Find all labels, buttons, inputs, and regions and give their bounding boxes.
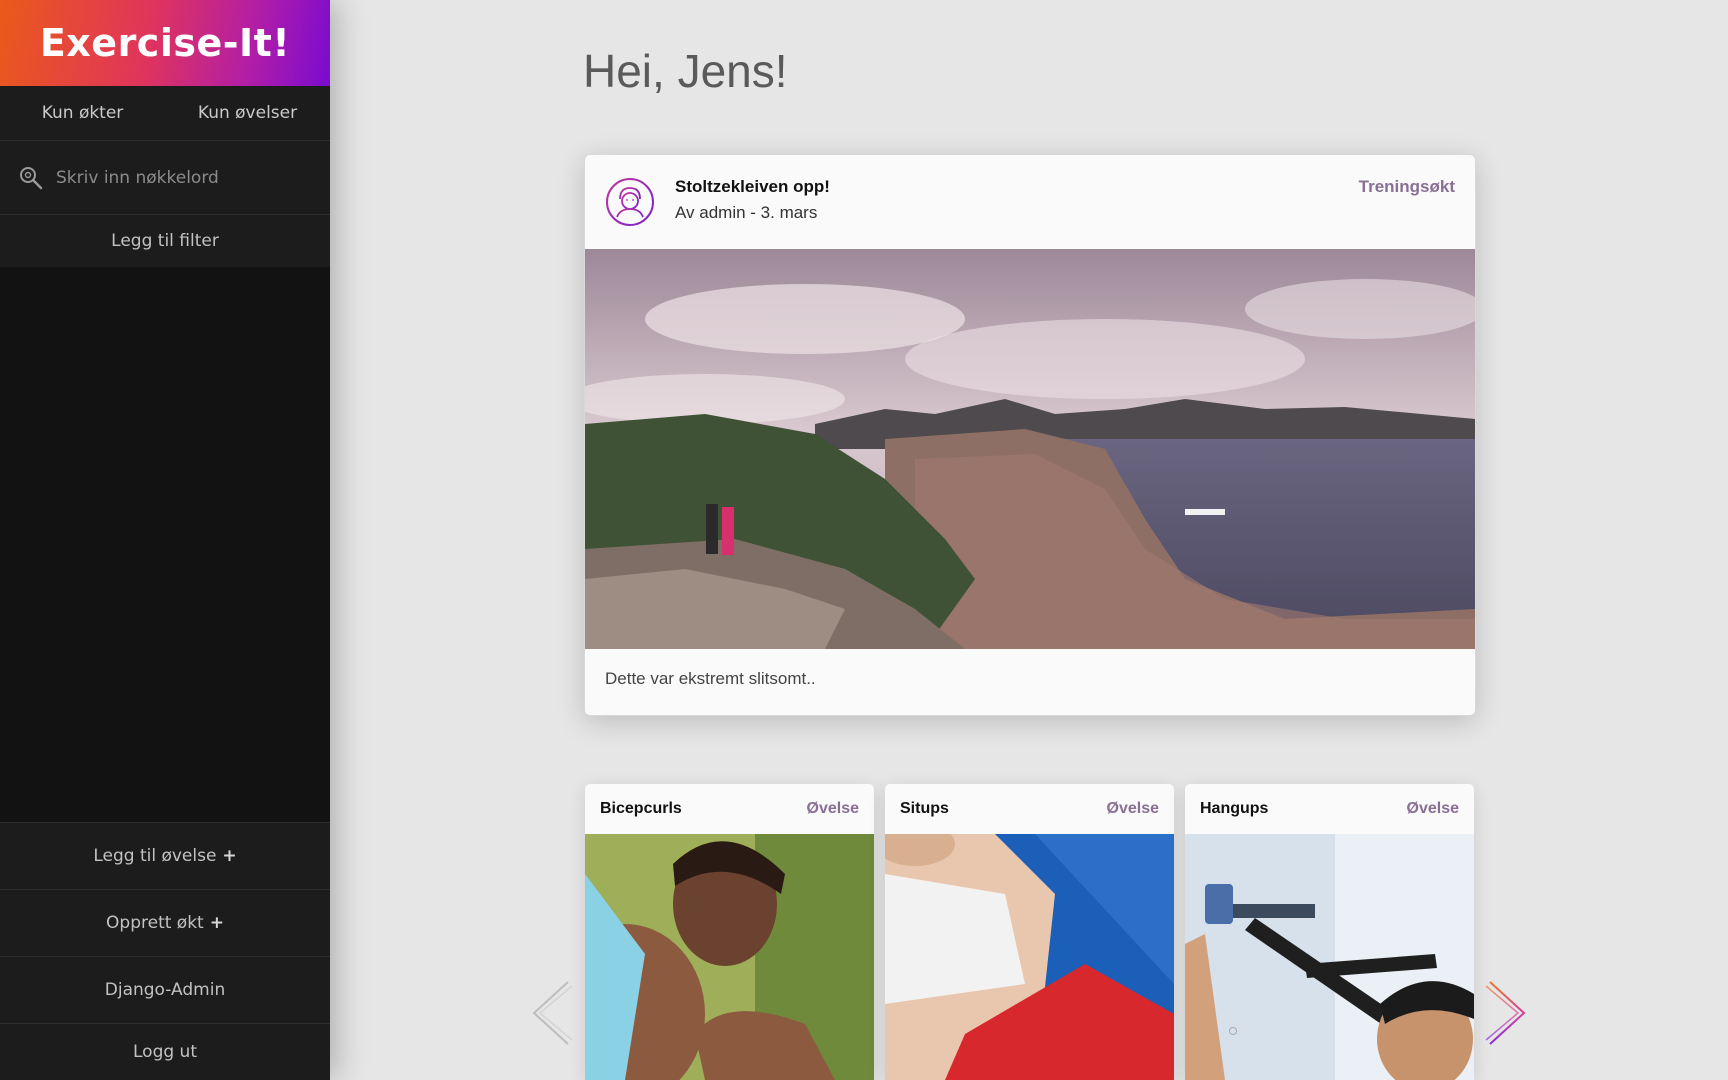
- session-post-card[interactable]: Stoltzekleiven opp! Av admin - 3. mars T…: [584, 154, 1476, 716]
- sidebar: Exercise-It! Kun økter Kun øvelser Legg …: [0, 0, 330, 1080]
- exercise-name: Bicepcurls: [600, 800, 682, 817]
- post-header: Stoltzekleiven opp! Av admin - 3. mars T…: [585, 155, 1475, 249]
- add-filter-button[interactable]: Legg til filter: [0, 215, 330, 267]
- exercise-card-header: Hangups Øvelse: [1185, 784, 1474, 834]
- plus-icon: +: [209, 913, 224, 933]
- exercise-card[interactable]: Situps Øvelse: [885, 784, 1174, 1080]
- post-body: Dette var ekstremt slitsomt..: [605, 669, 816, 688]
- brand-name: Exercise-It!: [39, 21, 291, 65]
- chevron-right-icon[interactable]: [1484, 978, 1530, 1048]
- search-icon: [20, 166, 43, 189]
- exercise-image: [585, 834, 874, 1080]
- exercise-type-badge: Øvelse: [806, 800, 859, 817]
- exercise-carousel: Bicepcurls Øvelse Situps Øvelse Hangups …: [584, 784, 1474, 1080]
- create-session-button[interactable]: Opprett økt +: [0, 889, 330, 956]
- django-admin-link[interactable]: Django-Admin: [0, 956, 330, 1023]
- exercise-name: Hangups: [1200, 800, 1269, 817]
- exercise-image: [885, 834, 1174, 1080]
- brand-logo[interactable]: Exercise-It!: [0, 0, 330, 86]
- logout-button[interactable]: Logg ut: [0, 1023, 330, 1080]
- exercise-card[interactable]: Bicepcurls Øvelse: [585, 784, 874, 1080]
- post-image: [585, 249, 1475, 649]
- create-session-label: Opprett økt: [106, 913, 204, 933]
- sidebar-bottom-menu: Legg til øvelse + Opprett økt + Django-A…: [0, 822, 330, 1080]
- exercise-card-header: Bicepcurls Øvelse: [585, 784, 874, 834]
- exercise-type-badge: Øvelse: [1106, 800, 1159, 817]
- filter-toggle-row: Kun økter Kun øvelser: [0, 86, 330, 141]
- avatar-icon: [606, 178, 654, 226]
- exercise-image: [1185, 834, 1474, 1080]
- sessions-only-button[interactable]: Kun økter: [0, 86, 165, 140]
- exercise-card-header: Situps Øvelse: [885, 784, 1174, 834]
- search-bar: [0, 141, 330, 215]
- plus-icon: +: [222, 846, 237, 866]
- exercises-only-button[interactable]: Kun øvelser: [165, 86, 330, 140]
- chevron-left-icon[interactable]: [528, 978, 574, 1048]
- search-input[interactable]: [54, 166, 318, 189]
- post-meta: Av admin - 3. mars: [675, 203, 818, 222]
- post-title[interactable]: Stoltzekleiven opp!: [675, 177, 830, 197]
- exercise-name: Situps: [900, 800, 949, 817]
- add-exercise-button[interactable]: Legg til øvelse +: [0, 822, 330, 889]
- carousel-dot[interactable]: [1229, 1027, 1237, 1035]
- post-type-badge: Treningsøkt: [1358, 177, 1455, 196]
- add-exercise-label: Legg til øvelse: [93, 846, 217, 866]
- exercise-card[interactable]: Hangups Øvelse: [1185, 784, 1474, 1080]
- page-title: Hei, Jens!: [583, 45, 788, 97]
- exercise-type-badge: Øvelse: [1406, 800, 1459, 817]
